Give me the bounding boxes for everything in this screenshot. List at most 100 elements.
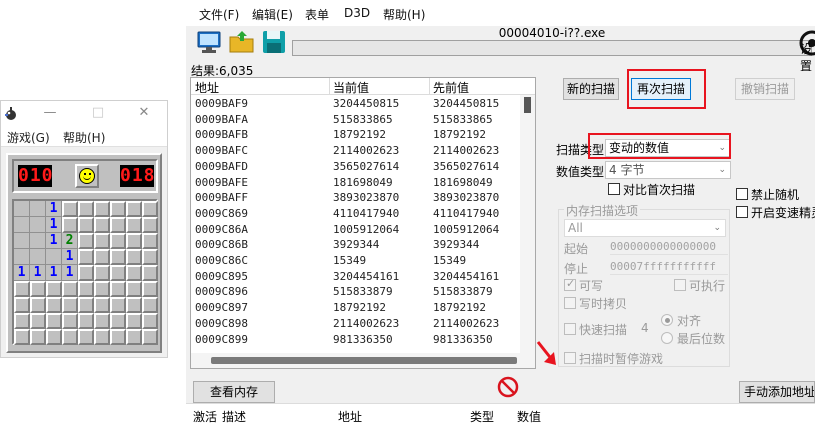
mine-cell-closed[interactable] [46, 281, 62, 297]
column-address[interactable]: 地址 [338, 408, 362, 425]
mine-cell-empty[interactable] [30, 217, 46, 233]
mine-cell-closed[interactable] [110, 249, 126, 265]
mine-cell-closed[interactable] [110, 217, 126, 233]
mine-cell-closed[interactable] [78, 313, 94, 329]
mine-cell-closed[interactable] [126, 265, 142, 281]
pause-game-checkbox[interactable] [564, 352, 576, 364]
mine-cell-closed[interactable] [126, 233, 142, 249]
mine-cell-closed[interactable] [62, 297, 78, 313]
column-description[interactable]: 描述 [222, 408, 246, 425]
results-horizontal-scrollbar[interactable] [191, 353, 535, 368]
mine-cell-closed[interactable] [78, 233, 94, 249]
smiley-face-button[interactable] [75, 164, 99, 188]
last-digits-radio[interactable] [661, 332, 673, 344]
mine-cell-closed[interactable] [62, 217, 78, 233]
mine-cell-closed[interactable] [94, 265, 110, 281]
maximize-button[interactable]: □ [87, 103, 109, 123]
mine-cell-number[interactable]: 1 [46, 201, 62, 217]
mine-cell-closed[interactable] [142, 297, 158, 313]
mine-cell-closed[interactable] [46, 313, 62, 329]
mine-cell-closed[interactable] [126, 297, 142, 313]
mine-cell-closed[interactable] [46, 297, 62, 313]
menu-edit[interactable]: 编辑(E) [252, 6, 293, 23]
mine-cell-closed[interactable] [142, 313, 158, 329]
mine-cell-closed[interactable] [126, 201, 142, 217]
mine-cell-empty[interactable] [30, 201, 46, 217]
mine-cell-closed[interactable] [78, 265, 94, 281]
menu-help[interactable]: 帮助(H) [63, 129, 105, 146]
mine-cell-closed[interactable] [110, 281, 126, 297]
writable-checkbox[interactable] [564, 277, 576, 291]
align-radio[interactable] [661, 314, 673, 326]
column-previous-value[interactable]: 先前值 [433, 79, 469, 96]
mine-cell-closed[interactable] [110, 201, 126, 217]
menu-help[interactable]: 帮助(H) [383, 6, 425, 23]
table-row[interactable]: 0009BAFC 2114002623 2114002623 [191, 143, 517, 159]
mine-cell-closed[interactable] [30, 297, 46, 313]
memory-region-select[interactable]: All ⌄ [564, 219, 726, 237]
copy-on-write-checkbox[interactable] [564, 297, 576, 309]
mine-cell-closed[interactable] [62, 329, 78, 345]
mine-cell-closed[interactable] [142, 281, 158, 297]
mine-cell-closed[interactable] [94, 313, 110, 329]
mine-cell-number[interactable]: 1 [46, 233, 62, 249]
mine-cell-closed[interactable] [142, 329, 158, 345]
mine-cell-closed[interactable] [78, 249, 94, 265]
mine-cell-closed[interactable] [94, 249, 110, 265]
mine-cell-closed[interactable] [14, 329, 30, 345]
mine-cell-closed[interactable] [94, 201, 110, 217]
mine-cell-closed[interactable] [62, 281, 78, 297]
mine-cell-closed[interactable] [78, 297, 94, 313]
mine-cell-closed[interactable] [94, 217, 110, 233]
speedhack-checkbox[interactable] [736, 206, 748, 218]
mine-cell-closed[interactable] [110, 265, 126, 281]
mine-cell-closed[interactable] [14, 297, 30, 313]
menu-file[interactable]: 文件(F) [199, 6, 239, 23]
mine-cell-number[interactable]: 2 [62, 233, 78, 249]
mine-cell-closed[interactable] [14, 313, 30, 329]
table-row[interactable]: 0009BAFF 3893023870 3893023870 [191, 190, 517, 206]
menu-d3d[interactable]: D3D [344, 6, 370, 20]
column-address[interactable]: 地址 [195, 79, 219, 96]
table-row[interactable]: 0009C86B 3929344 3929344 [191, 237, 517, 253]
mine-cell-closed[interactable] [78, 217, 94, 233]
mine-cell-empty[interactable] [46, 249, 62, 265]
close-button[interactable]: ✕ [133, 103, 155, 123]
mine-cell-closed[interactable] [94, 297, 110, 313]
minimize-button[interactable]: — [39, 103, 61, 123]
mine-cell-closed[interactable] [62, 201, 78, 217]
mine-cell-empty[interactable] [14, 233, 30, 249]
table-row[interactable]: 0009BAF9 3204450815 3204450815 [191, 96, 517, 112]
table-row[interactable]: 0009C895 3204454161 3204454161 [191, 269, 517, 285]
column-value[interactable]: 数值 [517, 408, 541, 425]
mine-cell-closed[interactable] [142, 217, 158, 233]
select-process-icon[interactable] [195, 28, 223, 56]
mine-cell-empty[interactable] [14, 249, 30, 265]
mine-cell-empty[interactable] [14, 201, 30, 217]
mine-cell-closed[interactable] [94, 281, 110, 297]
mine-cell-empty[interactable] [14, 217, 30, 233]
start-address-field[interactable]: 0000000000000000 [610, 239, 728, 255]
column-type[interactable]: 类型 [470, 408, 494, 425]
mine-cell-number[interactable]: 1 [62, 249, 78, 265]
table-row[interactable]: 0009C86C 15349 15349 [191, 253, 517, 269]
mine-cell-closed[interactable] [110, 297, 126, 313]
column-active[interactable]: 激活 [193, 408, 217, 425]
executable-checkbox[interactable] [674, 279, 686, 291]
add-address-manually-button[interactable]: 手动添加地址 [739, 381, 815, 403]
mine-cell-closed[interactable] [126, 281, 142, 297]
value-type-select[interactable]: 4 字节 ⌄ [605, 161, 731, 179]
stop-sign-icon[interactable] [497, 376, 519, 398]
mine-cell-closed[interactable] [142, 201, 158, 217]
fast-scan-checkbox[interactable] [564, 323, 576, 335]
mine-cell-closed[interactable] [62, 313, 78, 329]
settings-label[interactable]: 设置 [800, 40, 815, 74]
mine-cell-closed[interactable] [94, 233, 110, 249]
table-row[interactable]: 0009C86A 1005912064 1005912064 [191, 222, 517, 238]
mine-cell-closed[interactable] [78, 329, 94, 345]
mine-cell-closed[interactable] [126, 329, 142, 345]
mine-cell-closed[interactable] [110, 329, 126, 345]
mine-cell-closed[interactable] [126, 217, 142, 233]
stop-address-field[interactable]: 00007fffffffffff [610, 259, 728, 275]
table-row[interactable]: 0009C896 515833879 515833879 [191, 284, 517, 300]
